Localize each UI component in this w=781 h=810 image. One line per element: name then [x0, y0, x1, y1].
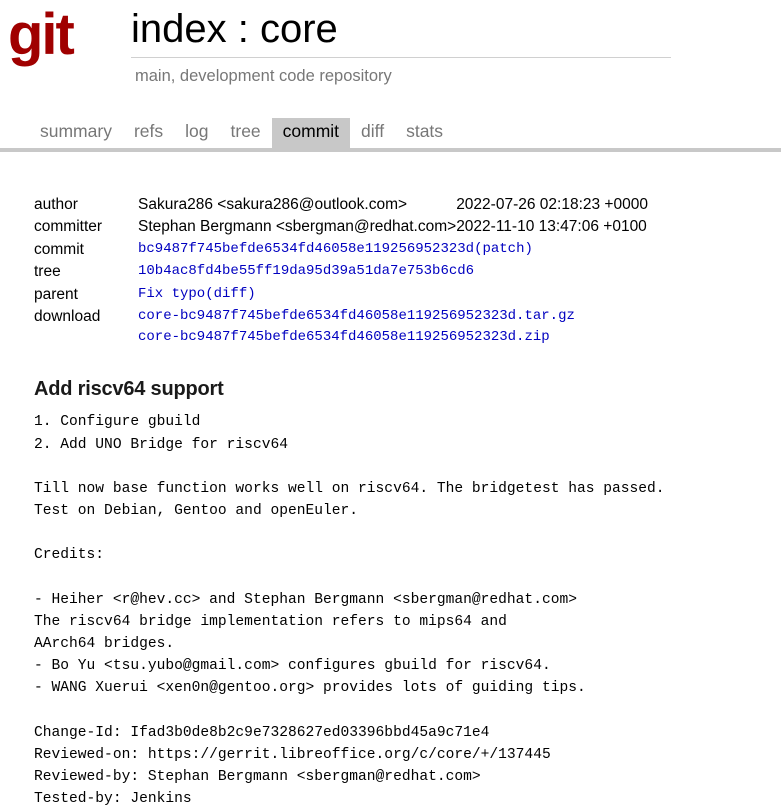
download-zip-link[interactable]: core-bc9487f745befde6534fd46058e11925695…	[138, 329, 550, 345]
tab-commit[interactable]: commit	[271, 118, 351, 148]
parent-diff-paren-close: )	[247, 285, 256, 302]
commit-patch-paren-close: )	[524, 240, 533, 257]
commit-label: commit	[34, 240, 84, 258]
tab-diff[interactable]: diff	[350, 118, 395, 148]
tab-log[interactable]: log	[174, 118, 219, 148]
committer-value: Stephan Bergmann <sbergman@redhat.com>	[138, 218, 457, 236]
commit-info-row-committer: committer Stephan Bergmann <sbergman@red…	[34, 216, 648, 238]
tab-refs[interactable]: refs	[123, 118, 174, 148]
download-zip-line: core-bc9487f745befde6534fd46058e11925695…	[138, 327, 648, 348]
commit-page-content: author Sakura286 <sakura286@outlook.com>…	[0, 194, 781, 810]
nav-tabs-bar: summary refs log tree commit diff stats	[0, 114, 781, 152]
tree-hash-link[interactable]: 10b4ac8fd4be55ff19da95d39a51da7e753b6cd6	[138, 263, 474, 279]
commit-hash-link[interactable]: bc9487f745befde6534fd46058e119256952323d	[138, 241, 474, 257]
parent-diff-paren-open: (	[205, 285, 214, 302]
page-header: git index : core main, development code …	[0, 0, 781, 112]
parent-commit-link[interactable]: Fix typo	[138, 286, 205, 302]
commit-info-row-commit: commit bc9487f745befde6534fd46058e119256…	[34, 239, 648, 261]
download-cell: core-bc9487f745befde6534fd46058e11925695…	[138, 306, 648, 348]
parent-label: parent	[34, 285, 78, 303]
download-targz-link[interactable]: core-bc9487f745befde6534fd46058e11925695…	[138, 308, 575, 324]
header-titles: index : core main, development code repo…	[131, 6, 671, 86]
tab-tree[interactable]: tree	[220, 118, 272, 148]
author-label: author	[34, 196, 78, 213]
author-date: 2022-07-26 02:18:23 +0000	[456, 196, 648, 213]
nav-tabs: summary refs log tree commit diff stats	[29, 118, 454, 148]
commit-info-row-tree: tree 10b4ac8fd4be55ff19da95d39a51da7e753…	[34, 261, 648, 283]
download-label: download	[34, 308, 101, 326]
commit-info-row-author: author Sakura286 <sakura286@outlook.com>…	[34, 194, 648, 216]
commit-info-table: author Sakura286 <sakura286@outlook.com>…	[34, 194, 648, 348]
git-logo: git	[8, 2, 75, 67]
author-value: Sakura286 <sakura286@outlook.com>	[138, 196, 408, 213]
tab-summary[interactable]: summary	[29, 118, 123, 148]
commit-hash-cell: bc9487f745befde6534fd46058e119256952323d…	[138, 239, 648, 261]
download-targz-line: core-bc9487f745befde6534fd46058e11925695…	[138, 306, 648, 327]
page-title: index : core	[131, 6, 671, 59]
commit-message-body: 1. Configure gbuild 2. Add UNO Bridge fo…	[34, 414, 665, 808]
parent-diff-link[interactable]: diff	[214, 286, 248, 302]
page-subtitle: main, development code repository	[135, 67, 392, 86]
parent-cell: Fix typo(diff)	[138, 284, 648, 306]
commit-info-row-download: download core-bc9487f745befde6534fd46058…	[34, 306, 648, 348]
tree-hash-cell: 10b4ac8fd4be55ff19da95d39a51da7e753b6cd6	[138, 261, 648, 283]
commit-info-row-parent: parent Fix typo(diff)	[34, 284, 648, 306]
tree-label: tree	[34, 263, 61, 281]
committer-date: 2022-11-10 13:47:06 +0100	[456, 218, 647, 236]
commit-patch-link[interactable]: patch	[482, 241, 524, 257]
commit-subject: Add riscv64 support	[34, 378, 224, 401]
tab-stats[interactable]: stats	[395, 118, 454, 148]
committer-label: committer	[34, 218, 103, 236]
